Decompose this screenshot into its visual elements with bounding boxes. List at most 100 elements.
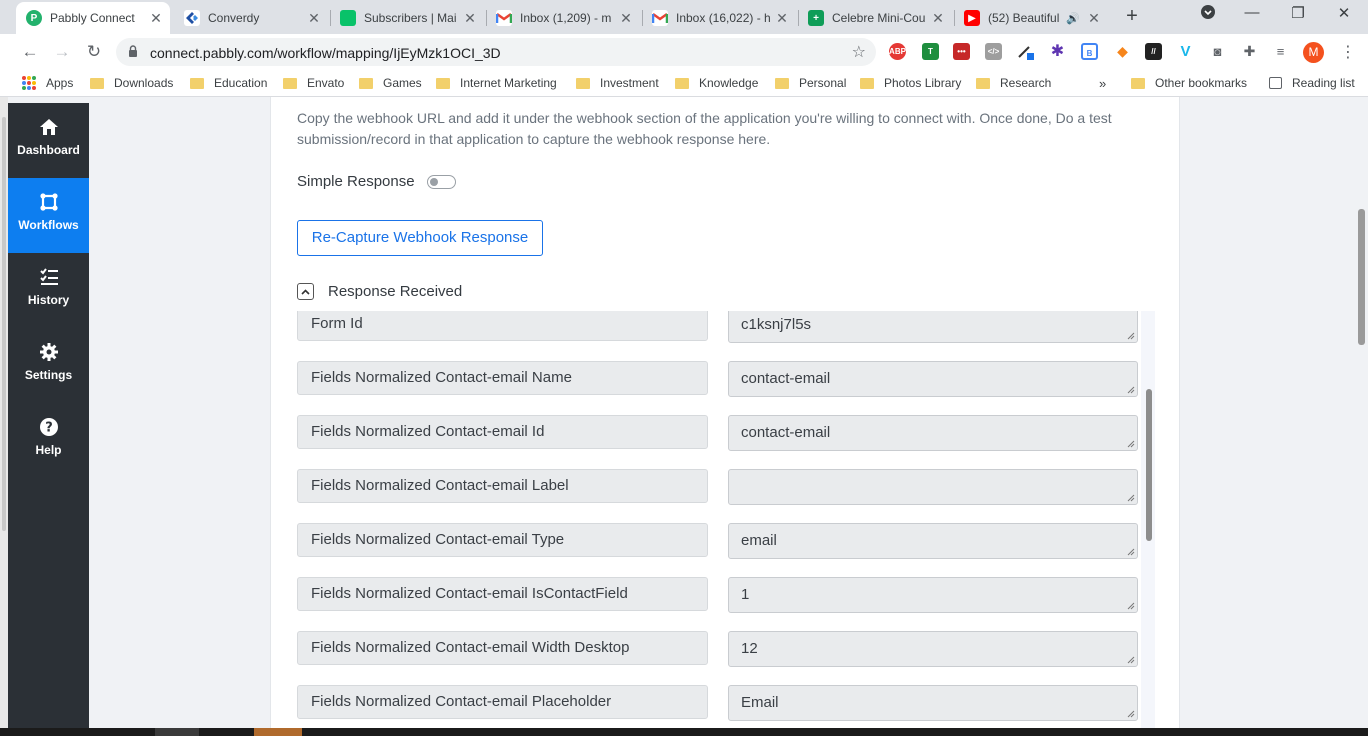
bookmark-personal[interactable]: Personal <box>775 76 846 90</box>
close-icon[interactable]: ✕ <box>306 10 322 27</box>
resize-grip-icon[interactable] <box>1127 656 1135 664</box>
scrollbar-thumb[interactable] <box>1146 389 1152 541</box>
bookmark-photos-library[interactable]: Photos Library <box>860 76 961 90</box>
sidebar-item-history[interactable]: History <box>8 253 89 328</box>
sidebar-item-label: Settings <box>24 368 73 382</box>
close-icon[interactable]: ✕ <box>148 10 164 27</box>
field-value[interactable]: contact-email <box>728 361 1138 397</box>
tab-celebre[interactable]: + Celebre Mini-Cou ✕ <box>798 2 952 34</box>
tab-pabbly-connect[interactable]: P Pabbly Connect ✕ <box>16 2 170 34</box>
field-row: Fields Normalized Contact-email IsContac… <box>297 577 1139 613</box>
field-value[interactable]: email <box>728 523 1138 559</box>
resize-grip-icon[interactable] <box>1127 440 1135 448</box>
sidebar-item-workflows[interactable]: Workflows <box>8 178 89 253</box>
vimeo-icon[interactable]: V <box>1177 43 1194 60</box>
new-tab-button[interactable]: + <box>1120 4 1144 28</box>
tab-youtube[interactable]: ▶ (52) Beautiful 🔊 ✕ <box>954 2 1108 34</box>
avatar[interactable]: M <box>1303 42 1324 63</box>
resize-grip-icon[interactable] <box>1127 386 1135 394</box>
bookmark-downloads[interactable]: Downloads <box>90 76 173 90</box>
bookmark-label: Investment <box>600 76 659 90</box>
resize-grip-icon[interactable] <box>1127 710 1135 718</box>
sidebar-item-settings[interactable]: Settings <box>8 328 89 403</box>
chevron-up-icon[interactable] <box>297 283 314 300</box>
bookmark-internet-marketing[interactable]: Internet Marketing <box>436 76 557 90</box>
kebab-menu-icon[interactable]: ⋮ <box>1340 42 1356 62</box>
reading-list-icon <box>1269 77 1282 89</box>
tab-subscribers[interactable]: Subscribers | Mai ✕ <box>330 2 484 34</box>
bookmark-education[interactable]: Education <box>190 76 267 90</box>
code-icon[interactable]: </> <box>985 43 1002 60</box>
puzzle-icon[interactable]: ✚ <box>1241 43 1258 60</box>
gear-icon <box>39 343 58 361</box>
extension-box-icon[interactable]: B <box>1081 43 1098 60</box>
field-row: Fields Normalized Contact-email Name con… <box>297 361 1139 397</box>
bookmark-envato[interactable]: Envato <box>283 76 344 90</box>
bookmark-investment[interactable]: Investment <box>576 76 659 90</box>
minimize-icon[interactable]: — <box>1242 4 1262 21</box>
tab-title: Inbox (16,022) - h <box>676 11 771 25</box>
metamask-icon[interactable]: ◆ <box>1114 43 1131 60</box>
left-scrollbar[interactable] <box>0 97 8 736</box>
close-icon[interactable]: ✕ <box>1086 10 1102 27</box>
field-value[interactable]: c1ksnj7l5s <box>728 311 1138 343</box>
tab-search-icon[interactable] <box>1198 4 1218 24</box>
restore-icon[interactable]: ❐ <box>1288 4 1308 22</box>
resize-grip-icon[interactable] <box>1127 494 1135 502</box>
camera-icon[interactable]: ◙ <box>1209 43 1226 60</box>
address-bar[interactable]: connect.pabbly.com/workflow/mapping/IjEy… <box>116 38 876 66</box>
field-value[interactable]: contact-email <box>728 415 1138 451</box>
pen-icon[interactable] <box>1017 43 1034 60</box>
sidebar-item-help[interactable]: ? Help <box>8 403 89 478</box>
bookmark-label: Apps <box>46 76 74 90</box>
resize-grip-icon[interactable] <box>1127 548 1135 556</box>
window-close-icon[interactable]: ✕ <box>1334 4 1354 22</box>
response-received-header[interactable]: Response Received <box>297 283 462 300</box>
bookmark-research[interactable]: Research <box>976 76 1051 90</box>
taskbar-item[interactable] <box>254 728 302 736</box>
bookmark-star-icon[interactable]: ☆ <box>852 42 866 62</box>
close-icon[interactable]: ✕ <box>774 10 790 27</box>
reading-list-button[interactable]: Reading list <box>1269 76 1355 90</box>
reload-icon[interactable]: ↻ <box>82 40 106 64</box>
adblock-icon[interactable]: ABP <box>889 43 906 60</box>
tab-inbox-2[interactable]: Inbox (16,022) - h ✕ <box>642 2 796 34</box>
back-arrow-icon[interactable]: ← <box>18 40 42 64</box>
bookmark-games[interactable]: Games <box>359 76 422 90</box>
taskbar-item[interactable] <box>155 728 199 736</box>
sidebar-item-dashboard[interactable]: Dashboard <box>8 103 89 178</box>
tab-inbox-1[interactable]: Inbox (1,209) - m ✕ <box>486 2 640 34</box>
page-scrollbar[interactable] <box>1354 97 1368 736</box>
recapture-webhook-button[interactable]: Re-Capture Webhook Response <box>297 220 543 256</box>
close-icon[interactable]: ✕ <box>462 10 478 27</box>
field-value[interactable] <box>728 469 1138 505</box>
extension-t-icon[interactable]: T <box>922 43 939 60</box>
close-icon[interactable]: ✕ <box>930 10 946 27</box>
bookmark-other[interactable]: Other bookmarks <box>1131 76 1247 90</box>
field-value[interactable]: Email <box>728 685 1138 721</box>
tab-converdy[interactable]: Converdy ✕ <box>174 2 328 34</box>
browser-toolbar: ← → ↻ connect.pabbly.com/workflow/mappin… <box>0 34 1368 70</box>
forward-arrow-icon[interactable]: → <box>50 40 74 64</box>
resize-grip-icon[interactable] <box>1127 602 1135 610</box>
scrollbar-thumb[interactable] <box>1358 209 1365 345</box>
reading-mode-icon[interactable]: ≡ <box>1272 43 1289 60</box>
speaker-icon[interactable]: 🔊 <box>1066 12 1080 25</box>
response-scrollbar[interactable] <box>1141 311 1155 736</box>
folder-icon <box>1131 77 1145 89</box>
extension-dots-icon[interactable]: ••• <box>953 43 970 60</box>
extension-slash-icon[interactable]: // <box>1145 43 1162 60</box>
bookmark-knowledge[interactable]: Knowledge <box>675 76 758 90</box>
simple-response-toggle[interactable] <box>427 175 456 189</box>
scrollbar-thumb[interactable] <box>2 117 6 531</box>
field-value[interactable]: 1 <box>728 577 1138 613</box>
snowflake-icon[interactable]: ✱ <box>1049 43 1066 60</box>
bookmark-label: Envato <box>307 76 345 90</box>
resize-grip-icon[interactable] <box>1127 332 1135 340</box>
tab-title: Subscribers | Mai <box>364 11 457 25</box>
close-icon[interactable]: ✕ <box>618 10 634 27</box>
bookmark-apps[interactable]: Apps <box>22 76 73 90</box>
more-bookmarks-icon[interactable]: » <box>1099 76 1106 91</box>
bookmark-label: Personal <box>799 76 847 90</box>
field-value[interactable]: 12 <box>728 631 1138 667</box>
